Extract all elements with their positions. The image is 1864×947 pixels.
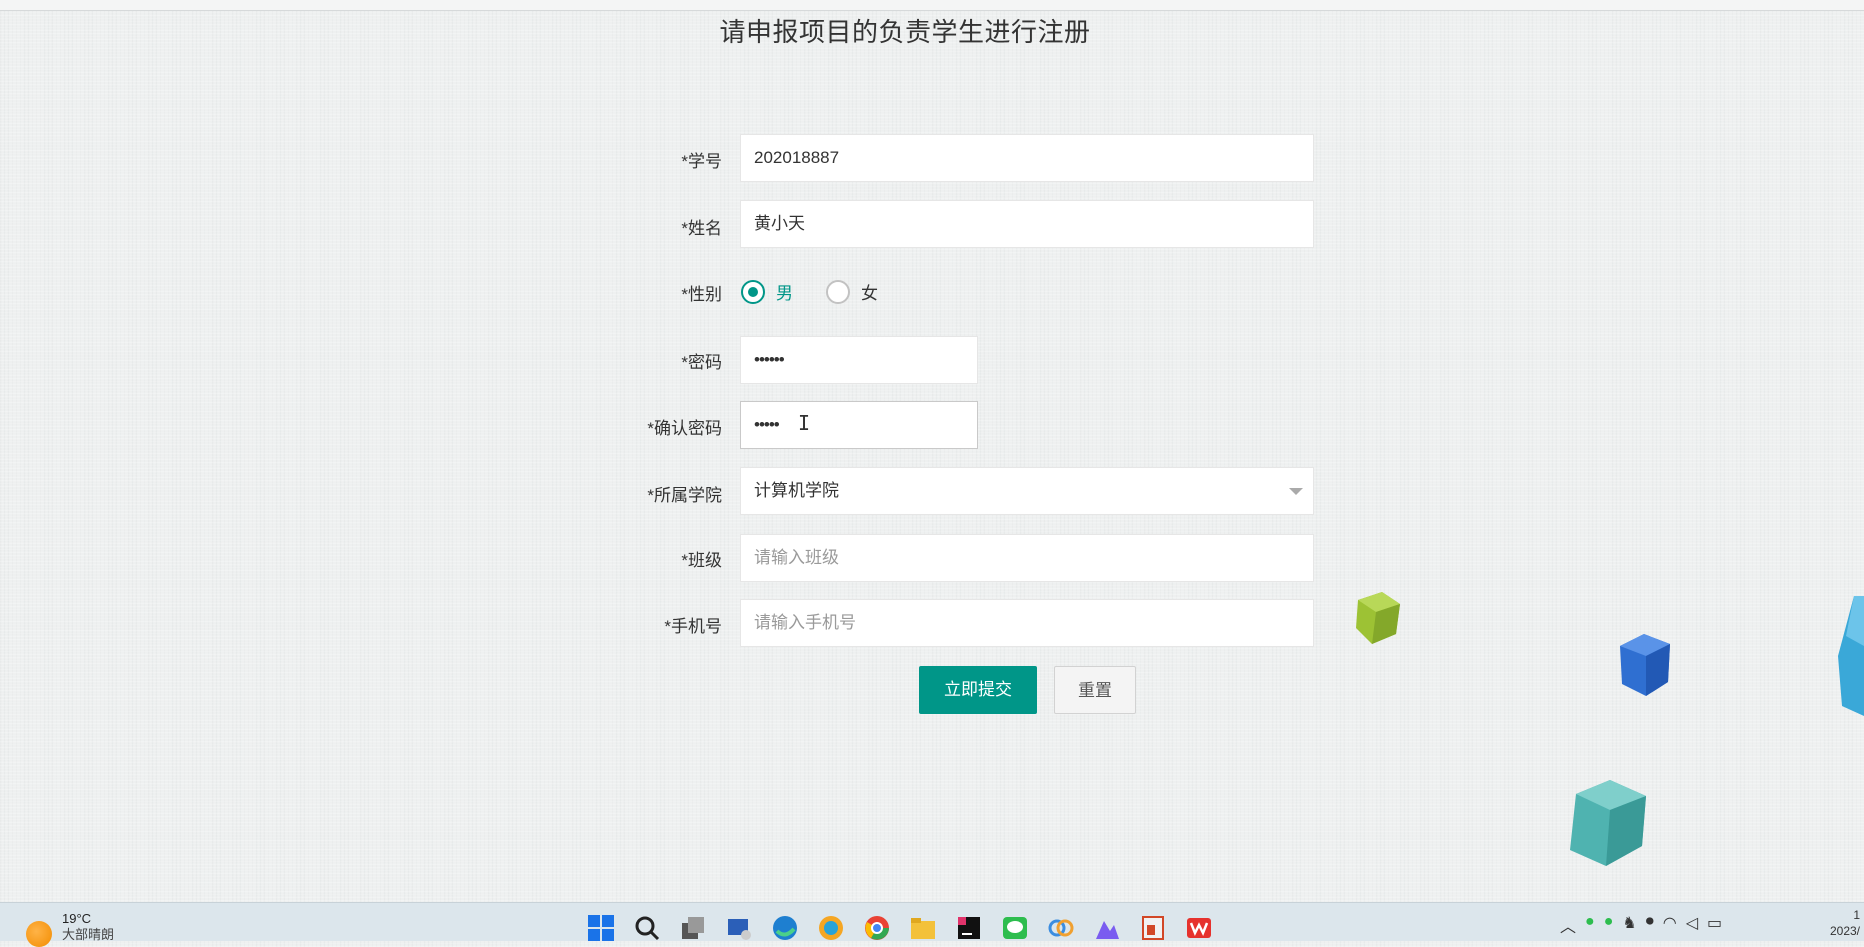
powerpoint-icon[interactable]	[1138, 913, 1168, 943]
name-label: *姓名	[681, 219, 722, 238]
search-icon[interactable]	[632, 913, 662, 943]
clock-time: 1	[1853, 908, 1860, 922]
gender-male-radio[interactable]: 男	[741, 279, 793, 304]
phone-label: *手机号	[664, 617, 722, 636]
mountain-app-icon[interactable]	[1092, 913, 1122, 943]
file-explorer-icon[interactable]	[908, 913, 938, 943]
college-label: *所属学院	[647, 486, 722, 505]
partly-sunny-icon	[26, 921, 52, 947]
student-id-input[interactable]: 202018887	[740, 134, 1314, 182]
cyan-cube-decoration	[1838, 596, 1864, 716]
confirm-password-label: *确认密码	[647, 419, 722, 438]
green-cube-decoration	[1356, 592, 1400, 644]
weather-widget[interactable]: 19°C 大部晴朗	[26, 911, 114, 947]
wechat-tray-icon[interactable]: ●	[1585, 913, 1595, 937]
taskbar-clock[interactable]: 1 2023/	[1830, 907, 1860, 939]
reset-button[interactable]: 重置	[1054, 666, 1136, 714]
gender-male-label: 男	[776, 284, 793, 303]
taskbar-apps	[586, 913, 1214, 943]
phone-input[interactable]: 请输入手机号	[740, 599, 1314, 647]
system-tray: ︿ ● ● ♞ ⏺ ◠ ◁ ▭	[1560, 913, 1722, 937]
gender-female-radio[interactable]: 女	[826, 279, 878, 304]
intellij-icon[interactable]	[954, 913, 984, 943]
radio-checked-icon	[741, 279, 765, 304]
wechat-tray-icon-2[interactable]: ●	[1604, 913, 1614, 937]
chevron-down-icon	[1289, 488, 1303, 495]
microphone-icon[interactable]: ⏺	[1646, 913, 1654, 937]
browser-e-icon[interactable]	[816, 913, 846, 943]
weather-temp: 19°C	[62, 911, 92, 926]
student-id-label: *学号	[681, 152, 722, 171]
network-app-icon[interactable]	[724, 913, 754, 943]
teal-cube-decoration	[1570, 780, 1646, 866]
college-select[interactable]: 计算机学院	[740, 467, 1314, 515]
wechat-icon[interactable]	[1000, 913, 1030, 943]
battery-icon[interactable]: ▭	[1707, 913, 1722, 937]
confirm-password-input[interactable]: •••••	[740, 401, 978, 449]
browser-top-edge	[0, 0, 1864, 11]
class-label: *班级	[681, 551, 722, 570]
gender-label: *性别	[681, 285, 722, 304]
chrome-icon[interactable]	[862, 913, 892, 943]
edge-icon[interactable]	[770, 913, 800, 943]
wifi-icon[interactable]: ◠	[1663, 913, 1677, 937]
submit-button[interactable]: 立即提交	[919, 666, 1037, 714]
chevron-up-icon[interactable]: ︿	[1560, 913, 1576, 937]
blue-cube-decoration	[1620, 634, 1670, 696]
clock-date: 2023/	[1829, 924, 1860, 938]
qq-icon[interactable]: ♞	[1622, 913, 1636, 937]
windows-taskbar: 19°C 大部晴朗 ︿ ● ● ♞ ⏺ ◠ ◁ ▭ 1 2023/	[0, 902, 1864, 947]
name-input[interactable]: 黄小天	[740, 200, 1314, 248]
app-shape-icon[interactable]	[1046, 913, 1076, 943]
gender-female-label: 女	[861, 284, 878, 303]
weather-desc: 大部晴朗	[62, 927, 115, 942]
college-selected-value: 计算机学院	[754, 481, 839, 500]
class-input[interactable]: 请输入班级	[740, 534, 1314, 582]
page-title: 请申报项目的负责学生进行注册	[719, 17, 1091, 47]
text-cursor-icon: I	[798, 411, 811, 435]
password-label: *密码	[681, 353, 722, 372]
speaker-icon[interactable]: ◁	[1686, 913, 1698, 937]
radio-unchecked-icon	[826, 279, 850, 304]
wps-icon[interactable]	[1184, 913, 1214, 943]
start-icon[interactable]	[586, 913, 616, 943]
task-view-icon[interactable]	[678, 913, 708, 943]
password-input[interactable]: ••••••	[740, 336, 978, 384]
